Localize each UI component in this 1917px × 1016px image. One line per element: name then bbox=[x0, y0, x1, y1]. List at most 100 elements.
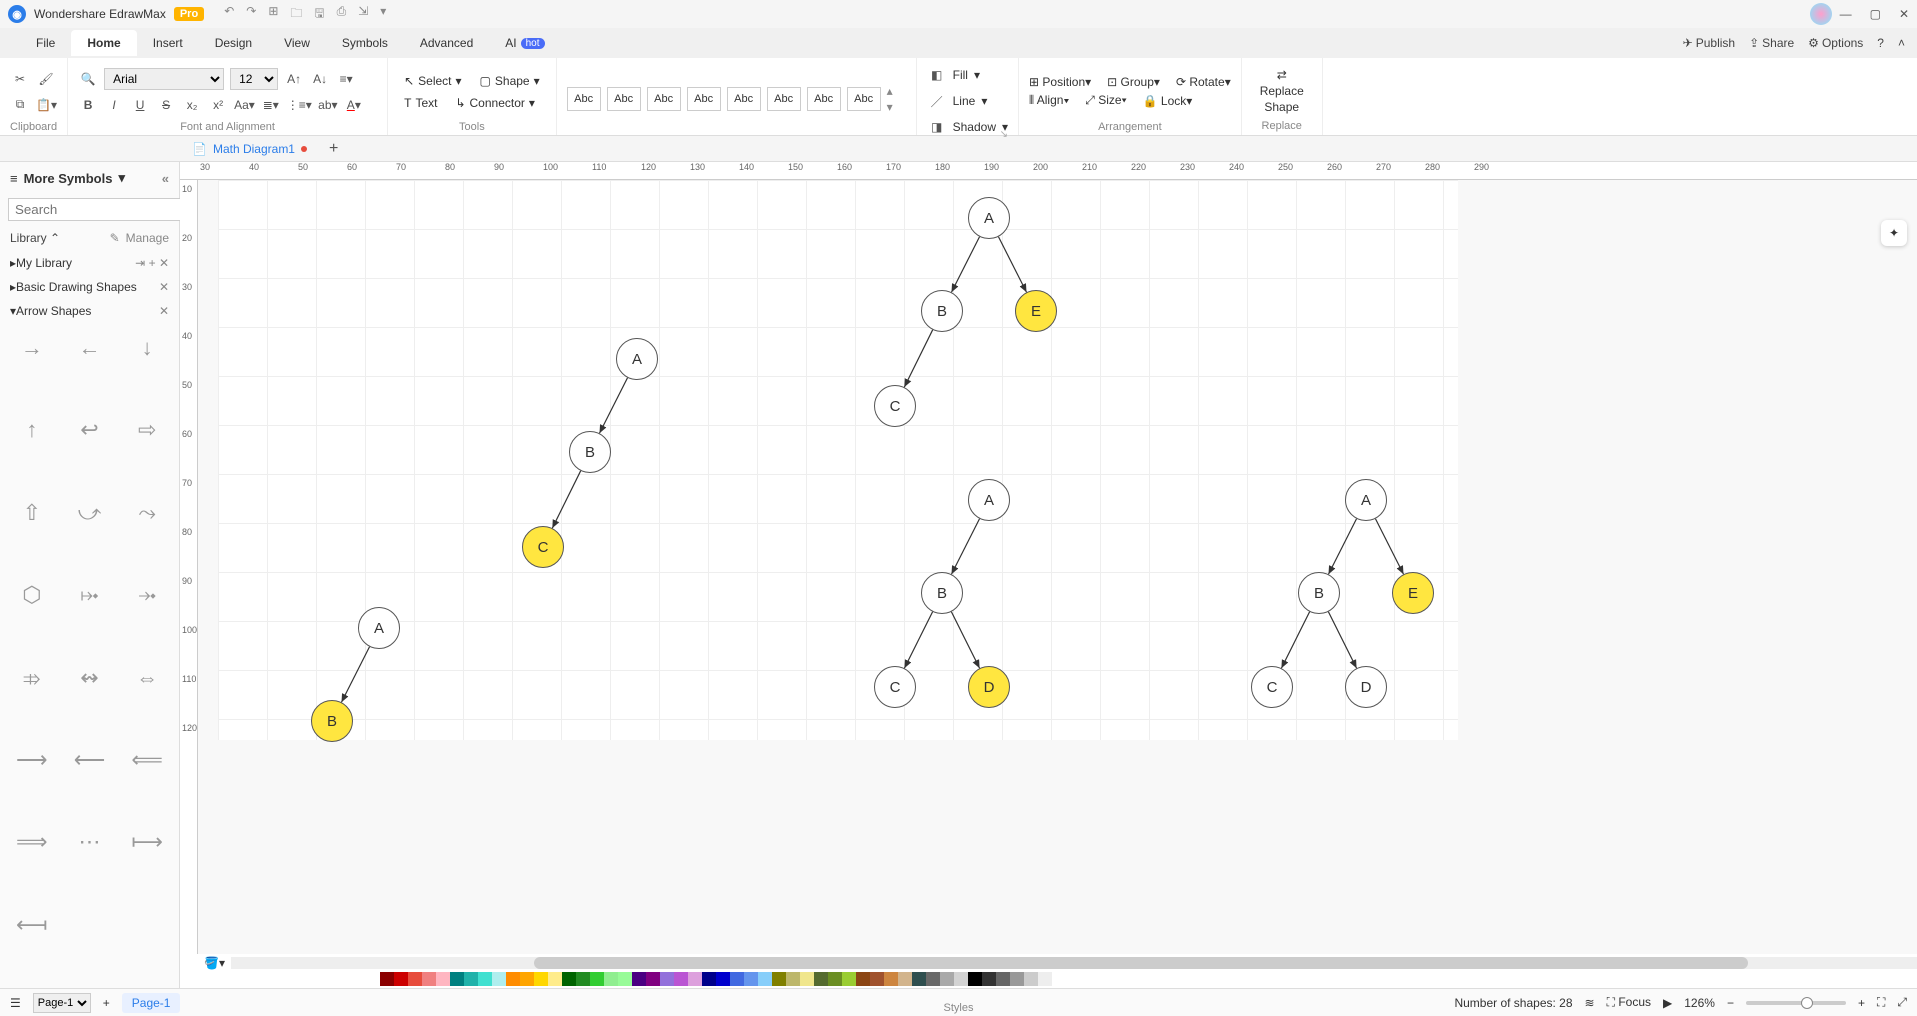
collapse-ribbon-icon[interactable]: ˄ bbox=[1898, 36, 1905, 50]
font-size-select[interactable]: 12 bbox=[230, 68, 278, 90]
color-swatch[interactable] bbox=[492, 972, 506, 986]
menu-file[interactable]: File bbox=[20, 30, 71, 56]
decrease-font-icon[interactable]: A↓ bbox=[310, 68, 330, 90]
arrow-shape-thumb[interactable]: ⟶ bbox=[6, 741, 58, 779]
outline-icon[interactable]: ☰ bbox=[10, 996, 21, 1010]
rotate-button[interactable]: ⟳ Rotate▾ bbox=[1176, 75, 1231, 89]
style-preset[interactable]: Abc bbox=[687, 87, 721, 111]
color-swatch[interactable] bbox=[478, 972, 492, 986]
cut-icon[interactable]: ✂ bbox=[10, 68, 30, 90]
color-swatch[interactable] bbox=[954, 972, 968, 986]
align-text-icon[interactable]: ≡▾ bbox=[336, 68, 356, 90]
arrow-shape-thumb[interactable]: ⤳ bbox=[121, 494, 173, 532]
close-category-icon[interactable]: ✕ bbox=[159, 280, 169, 294]
color-swatch[interactable] bbox=[968, 972, 982, 986]
color-swatch[interactable] bbox=[800, 972, 814, 986]
color-swatch[interactable] bbox=[744, 972, 758, 986]
bullets-icon[interactable]: ⋮≡▾ bbox=[287, 94, 312, 116]
more-symbols-header[interactable]: ≡ More Symbols▾ « bbox=[0, 162, 179, 194]
styles-scroll-down-icon[interactable]: ▾ bbox=[887, 100, 893, 114]
share-button[interactable]: ⇪ Share bbox=[1749, 36, 1794, 50]
styles-scroll-up-icon[interactable]: ▴ bbox=[887, 84, 893, 98]
new-icon[interactable]: ⊞ bbox=[268, 4, 278, 25]
underline-icon[interactable]: U bbox=[130, 94, 150, 116]
zoom-out-button[interactable]: − bbox=[1727, 996, 1734, 1010]
help-icon[interactable]: ? bbox=[1877, 36, 1884, 50]
arrow-shape-thumb[interactable]: ⟸ bbox=[121, 741, 173, 779]
tree-node[interactable]: A bbox=[968, 479, 1010, 521]
tree-node[interactable]: D bbox=[968, 666, 1010, 708]
zoom-slider[interactable] bbox=[1746, 1001, 1846, 1005]
color-swatch[interactable] bbox=[828, 972, 842, 986]
user-avatar[interactable] bbox=[1810, 3, 1832, 25]
select-tool-button[interactable]: ↖ Select ▾ bbox=[398, 72, 467, 90]
replace-shape-button[interactable]: ⇄ Replace Shape bbox=[1252, 64, 1312, 118]
format-painter-icon[interactable]: 🖌 bbox=[36, 68, 56, 90]
menu-symbols[interactable]: Symbols bbox=[326, 30, 404, 56]
page-tab[interactable]: Page-1 bbox=[122, 993, 181, 1013]
arrow-shape-thumb[interactable]: ⟵ bbox=[64, 741, 116, 779]
open-icon[interactable]: 🗀 bbox=[290, 4, 302, 25]
style-preset[interactable]: Abc bbox=[727, 87, 761, 111]
tree-node[interactable]: A bbox=[616, 338, 658, 380]
canvas[interactable]: ABCABABECABCDABECD ✦ bbox=[198, 180, 1917, 954]
line-icon[interactable]: ／ bbox=[927, 90, 947, 112]
export-icon[interactable]: ⇲ bbox=[358, 4, 368, 25]
case-icon[interactable]: Aa▾ bbox=[234, 94, 255, 116]
line-spacing-icon[interactable]: ≣▾ bbox=[261, 94, 281, 116]
fill-icon[interactable]: ◧ bbox=[927, 64, 947, 86]
color-swatch[interactable] bbox=[590, 972, 604, 986]
fit-page-icon[interactable]: ⛶ bbox=[1877, 995, 1885, 1010]
ai-assistant-icon[interactable]: ✦ bbox=[1881, 220, 1907, 246]
arrow-shape-thumb[interactable]: ↓ bbox=[121, 329, 173, 367]
color-swatch[interactable] bbox=[632, 972, 646, 986]
category-basic-shapes[interactable]: ▸ Basic Drawing Shapes ✕ bbox=[0, 275, 179, 299]
color-swatch[interactable] bbox=[408, 972, 422, 986]
print-icon[interactable]: ⎙ bbox=[337, 4, 347, 25]
layers-icon[interactable]: ≋ bbox=[1585, 996, 1595, 1010]
close-category-icon[interactable]: ✕ bbox=[159, 304, 169, 318]
strike-icon[interactable]: S bbox=[156, 94, 176, 116]
color-swatch[interactable] bbox=[716, 972, 730, 986]
color-swatch[interactable] bbox=[940, 972, 954, 986]
shape-tool-button[interactable]: ▢ Shape ▾ bbox=[474, 72, 546, 90]
tree-node[interactable]: C bbox=[1251, 666, 1293, 708]
text-tool-button[interactable]: T Text bbox=[398, 94, 443, 112]
tree-node[interactable]: B bbox=[1298, 572, 1340, 614]
import-icon[interactable]: ⇥ bbox=[135, 256, 145, 270]
arrow-shape-thumb[interactable]: ⋯ bbox=[64, 823, 116, 861]
superscript-icon[interactable]: x² bbox=[208, 94, 228, 116]
color-swatch[interactable] bbox=[1010, 972, 1024, 986]
add-document-tab[interactable]: + bbox=[319, 140, 348, 158]
color-swatch[interactable] bbox=[996, 972, 1010, 986]
document-tab[interactable]: 📄 Math Diagram1 bbox=[180, 138, 319, 160]
color-swatch[interactable] bbox=[660, 972, 674, 986]
color-swatch[interactable] bbox=[926, 972, 940, 986]
tree-node[interactable]: E bbox=[1392, 572, 1434, 614]
add-page-button[interactable]: + bbox=[103, 996, 110, 1010]
color-swatch[interactable] bbox=[758, 972, 772, 986]
tree-node[interactable]: B bbox=[311, 700, 353, 742]
tree-node[interactable]: C bbox=[874, 666, 916, 708]
line-label[interactable]: Line bbox=[953, 94, 976, 108]
color-swatch[interactable] bbox=[856, 972, 870, 986]
color-swatch[interactable] bbox=[688, 972, 702, 986]
color-swatch[interactable] bbox=[842, 972, 856, 986]
undo-icon[interactable]: ↶ bbox=[224, 4, 234, 25]
arrow-shape-thumb[interactable]: ⇨ bbox=[121, 411, 173, 449]
color-swatch[interactable] bbox=[618, 972, 632, 986]
font-search-icon[interactable]: 🔍 bbox=[78, 68, 98, 90]
color-swatch[interactable] bbox=[646, 972, 660, 986]
options-button[interactable]: ⚙ Options bbox=[1808, 36, 1863, 50]
arrow-shape-thumb[interactable]: ← bbox=[64, 329, 116, 367]
color-swatch[interactable] bbox=[870, 972, 884, 986]
arrow-shape-thumb[interactable]: ⟻ bbox=[6, 906, 58, 944]
align-button[interactable]: ⫴ Align▾ bbox=[1029, 93, 1069, 108]
arrow-shape-thumb[interactable]: ⟹ bbox=[6, 823, 58, 861]
tree-node[interactable]: A bbox=[1345, 479, 1387, 521]
tree-node[interactable]: C bbox=[874, 385, 916, 427]
menu-advanced[interactable]: Advanced bbox=[404, 30, 489, 56]
manage-library-button[interactable]: ✎ Manage bbox=[110, 231, 169, 245]
shadow-label[interactable]: Shadow bbox=[953, 120, 996, 134]
style-preset[interactable]: Abc bbox=[847, 87, 881, 111]
